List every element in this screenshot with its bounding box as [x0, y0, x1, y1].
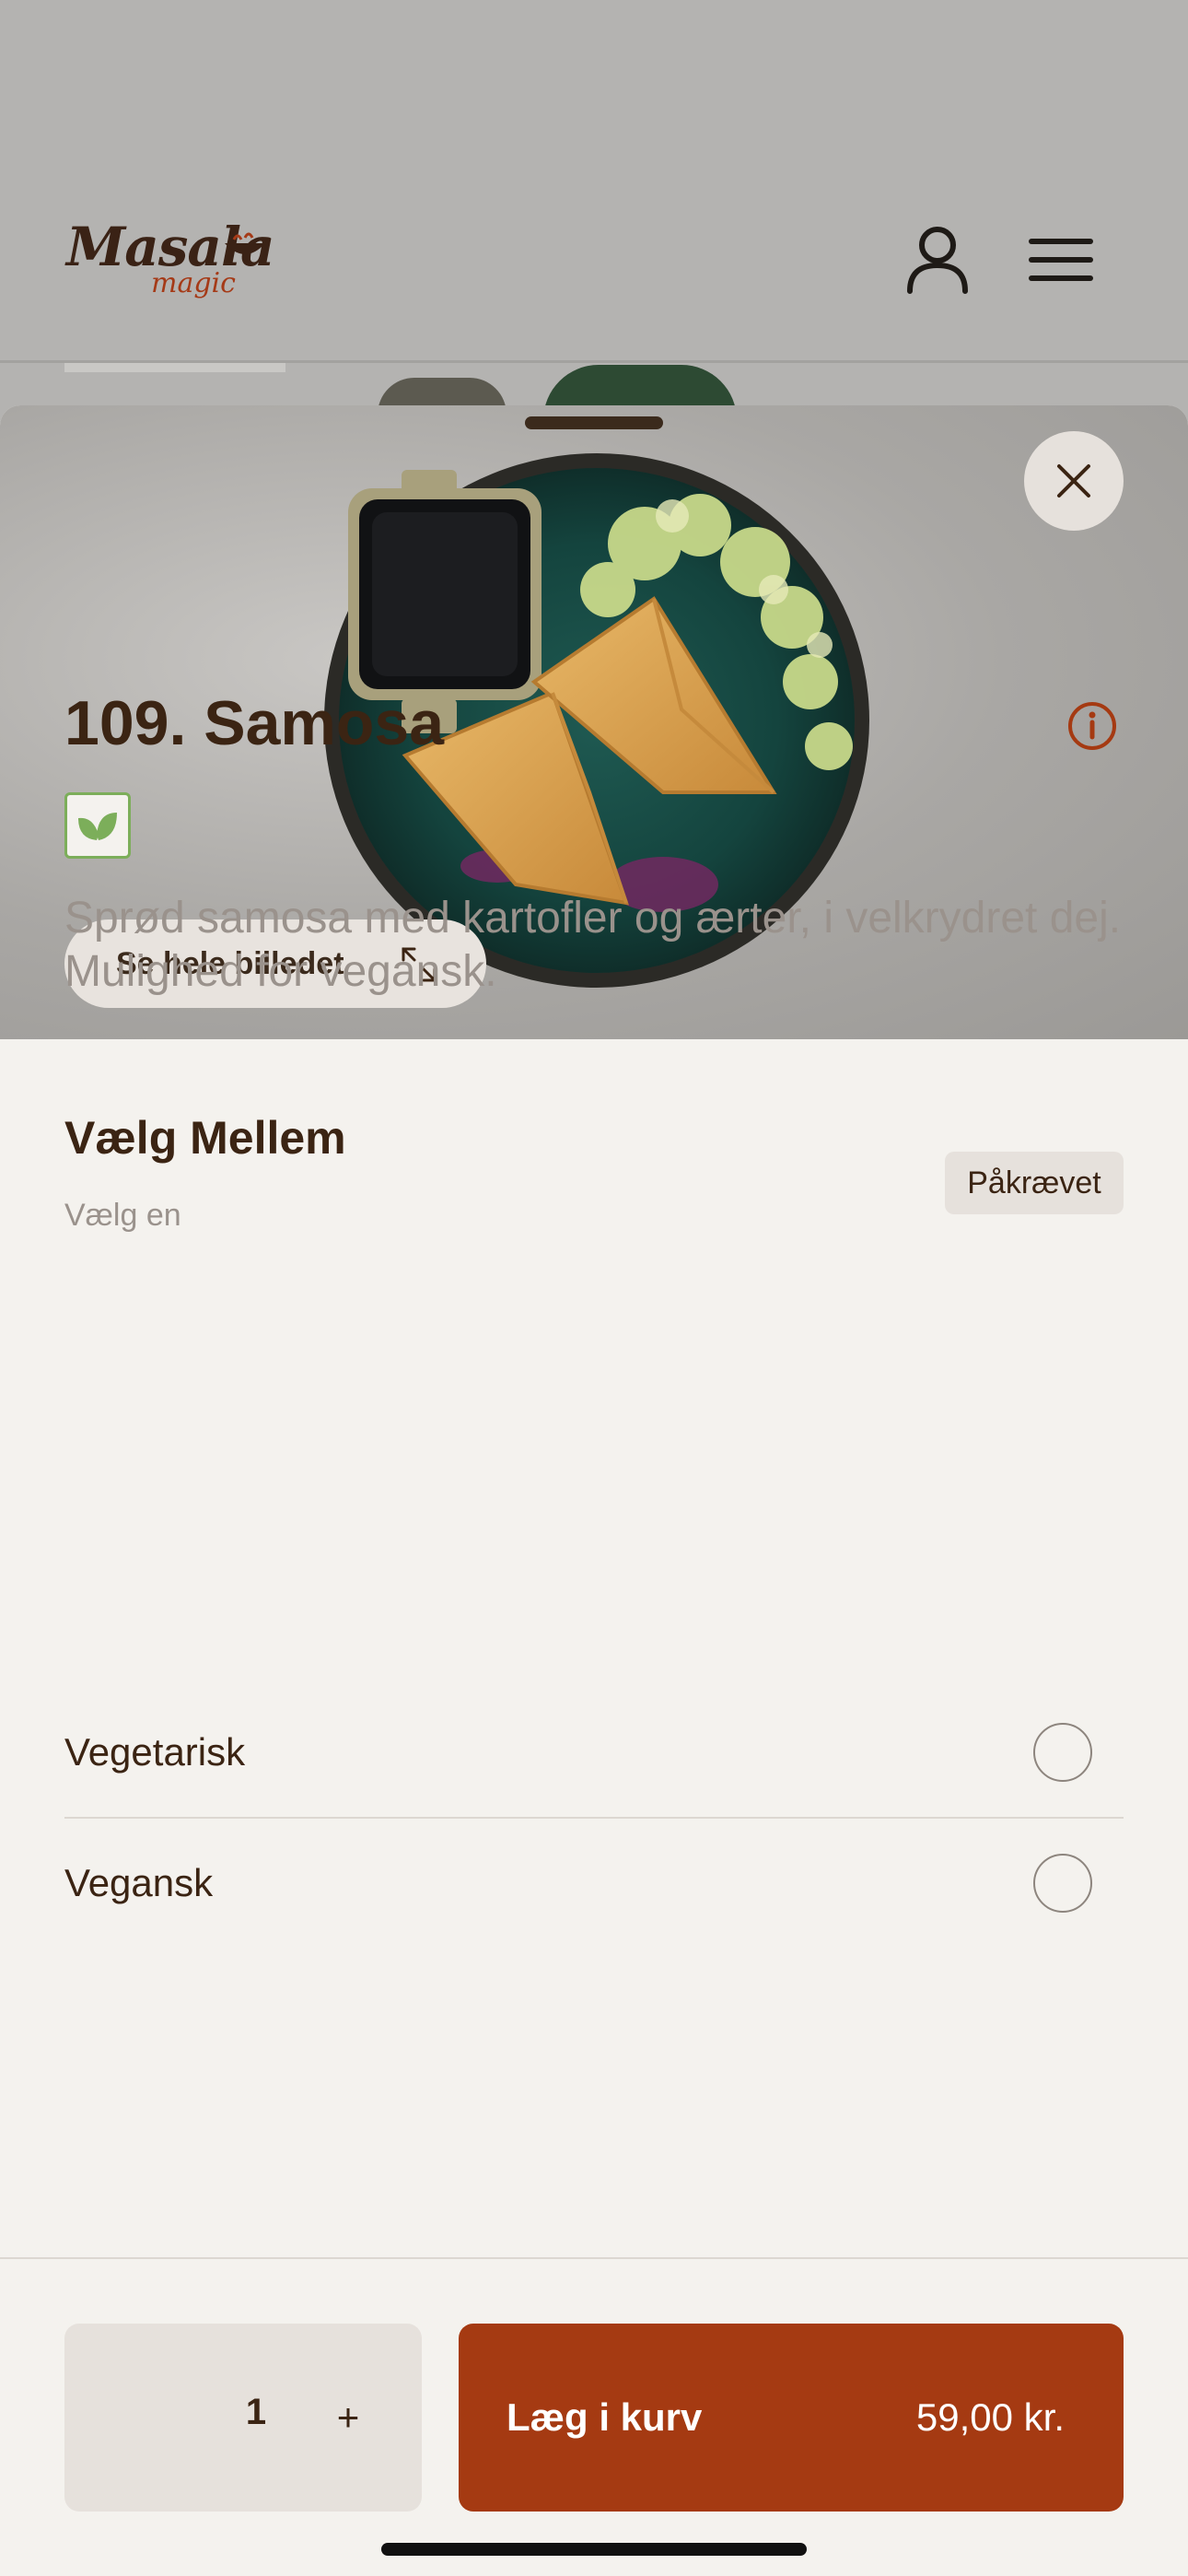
radio-button[interactable]	[1033, 1723, 1092, 1782]
option-vegansk[interactable]: Vegansk	[64, 1819, 1124, 1948]
logo-subtext: magic	[151, 267, 236, 299]
increase-quantity-button[interactable]: +	[311, 2379, 385, 2456]
add-to-cart-label: Læg i kurv	[507, 2395, 703, 2439]
product-title: 109. Samosa	[64, 688, 445, 758]
footer-divider	[0, 2257, 1188, 2259]
info-icon[interactable]	[1066, 700, 1118, 752]
close-button[interactable]	[1024, 431, 1124, 531]
option-vegetarisk[interactable]: Vegetarisk	[64, 1688, 1124, 1817]
quantity-value: 1	[245, 2392, 267, 2432]
close-icon	[1057, 464, 1090, 498]
bowl-icon	[225, 232, 265, 254]
vegetarian-badge	[64, 792, 131, 859]
menu-icon[interactable]	[1028, 236, 1094, 284]
product-description: Sprød samosa med kartofler og ærter, i v…	[64, 894, 1122, 996]
background-tab-indicator	[64, 363, 285, 372]
quantity-stepper: 1 +	[64, 2324, 422, 2512]
required-badge: Påkrævet	[945, 1152, 1124, 1214]
radio-button[interactable]	[1033, 1854, 1092, 1913]
screen: Masala magic Se hele billedet 109. Samos…	[0, 0, 1188, 2576]
user-icon[interactable]	[904, 225, 971, 295]
price-label: 59,00 kr.	[915, 2395, 1065, 2439]
home-indicator[interactable]	[381, 2543, 807, 2556]
option-label: Vegansk	[64, 1861, 214, 1904]
option-group-subtitle: Vælg en	[64, 1198, 181, 1233]
leaf-icon	[78, 813, 117, 840]
option-label: Vegetarisk	[64, 1730, 246, 1774]
add-to-cart-button[interactable]: Læg i kurv 59,00 kr.	[459, 2324, 1124, 2512]
option-group-title: Vælg Mellem	[64, 1112, 346, 1164]
sheet-drag-handle[interactable]	[525, 416, 663, 429]
masala-magic-logo[interactable]: Masala magic	[66, 208, 287, 300]
background-header: Masala magic	[0, 0, 1188, 363]
